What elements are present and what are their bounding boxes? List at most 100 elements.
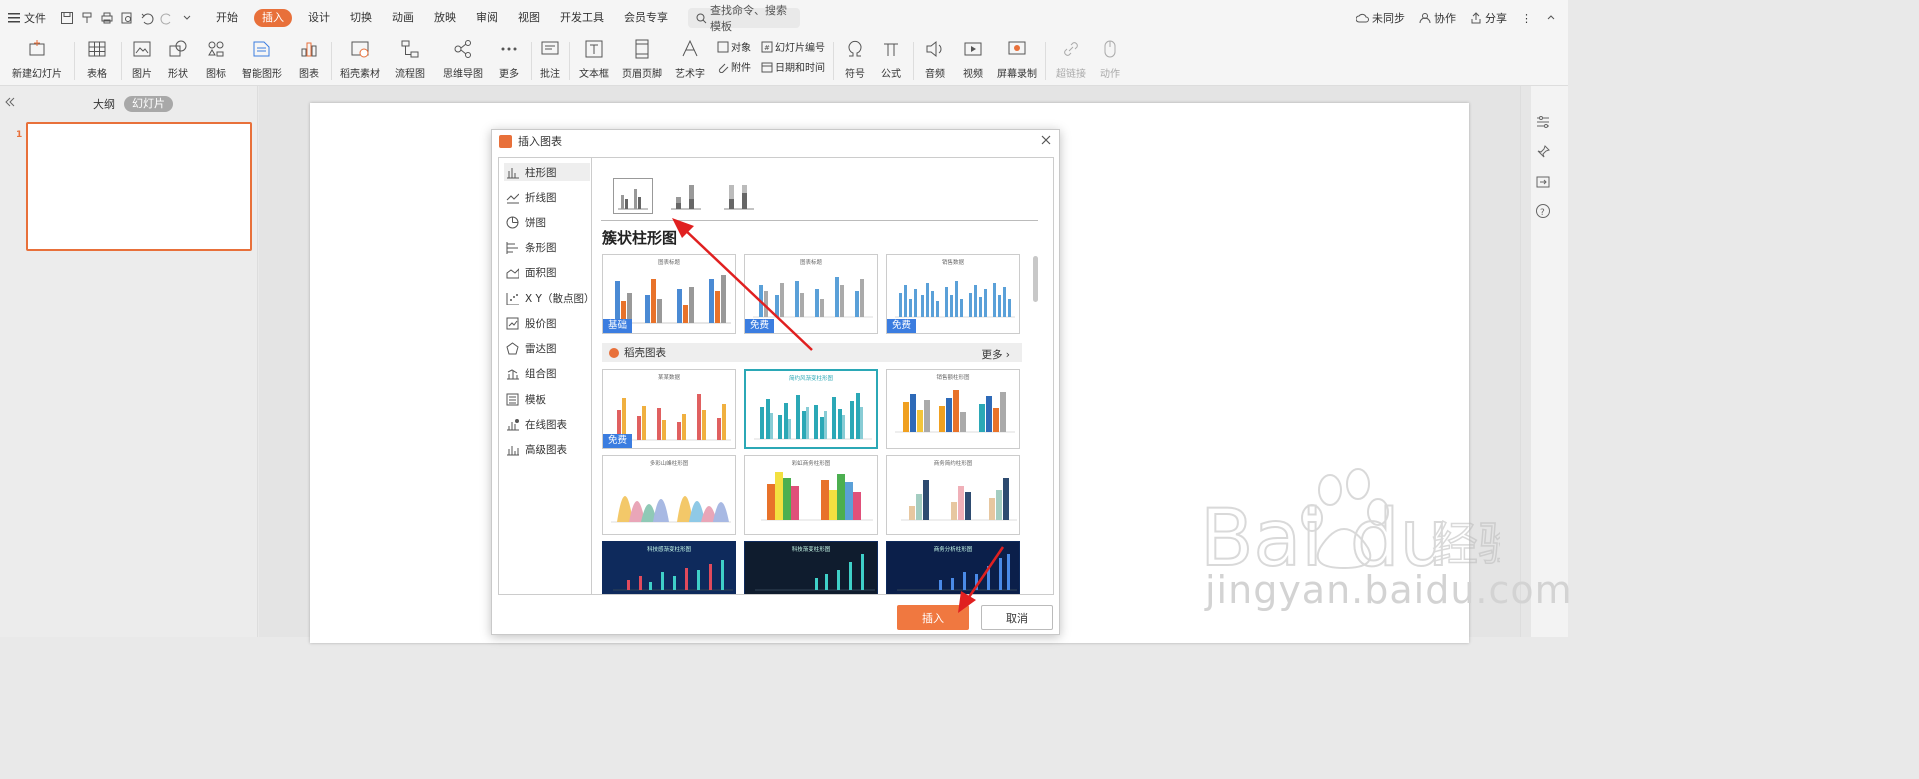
customize-quick-access-icon[interactable]: [180, 11, 194, 25]
screen-record-button[interactable]: 屏幕录制: [996, 38, 1038, 80]
pin-icon[interactable]: [1535, 144, 1551, 160]
mindmap-button[interactable]: 思维导图: [438, 38, 488, 80]
formula-button[interactable]: 公式: [876, 38, 906, 80]
search-placeholder: 查找命令、搜索模板: [710, 4, 787, 33]
close-icon[interactable]: [1039, 133, 1053, 147]
save-icon[interactable]: [60, 11, 74, 25]
picture-button[interactable]: 图片: [128, 38, 156, 80]
category-line[interactable]: 折线图: [504, 188, 590, 206]
slide-number-button[interactable]: # 幻灯片编号: [761, 39, 825, 54]
chart-template-card[interactable]: 科技感渐变柱形图: [602, 541, 736, 594]
more-button[interactable]: 更多: [494, 38, 524, 80]
textbox-button[interactable]: 文本框: [575, 38, 613, 80]
audio-button[interactable]: 音频: [920, 38, 950, 80]
tab-membership[interactable]: 会员专享: [614, 9, 678, 27]
search-box[interactable]: 查找命令、搜索模板: [688, 4, 800, 33]
collaborate-label: 协作: [1434, 12, 1456, 25]
video-button[interactable]: 视频: [958, 38, 988, 80]
chart-template-card[interactable]: 彩虹商务柱形图: [744, 455, 878, 535]
online-chart-icon: [507, 418, 519, 430]
gallery-scrollbar[interactable]: [1033, 256, 1038, 302]
slides-tab[interactable]: 幻灯片: [124, 96, 173, 112]
file-menu[interactable]: 文件: [8, 10, 46, 26]
smart-graphic-label: 智能图形: [242, 69, 282, 80]
share-icon: [1471, 12, 1481, 24]
datetime-button[interactable]: 日期和时间: [761, 59, 825, 74]
tab-design[interactable]: 设计: [298, 9, 340, 27]
cancel-button[interactable]: 取消: [981, 605, 1053, 630]
category-area[interactable]: 面积图: [504, 263, 590, 281]
chart-template-card[interactable]: 科技渐变柱形图: [744, 541, 878, 594]
more-options-icon[interactable]: ⋮: [1521, 12, 1532, 25]
sync-status[interactable]: 未同步: [1356, 10, 1405, 26]
tab-insert[interactable]: 插入: [254, 9, 292, 27]
chart-template-card[interactable]: 多彩山峰柱形图: [602, 455, 736, 535]
help-icon[interactable]: ?: [1535, 203, 1551, 219]
chart-template-card[interactable]: 某某数据 免费: [602, 369, 736, 449]
category-combo[interactable]: 组合图: [504, 364, 590, 382]
undo-icon[interactable]: [140, 11, 154, 25]
redo-icon[interactable]: [160, 11, 174, 25]
table-button[interactable]: 表格: [82, 38, 112, 80]
comment-button[interactable]: 批注: [537, 38, 563, 80]
symbol-button[interactable]: 符号: [840, 38, 870, 80]
shape-button[interactable]: 形状: [163, 38, 193, 80]
tab-slideshow[interactable]: 放映: [424, 9, 466, 27]
new-slide-button[interactable]: 新建幻灯片: [8, 38, 66, 80]
object-button[interactable]: 对象: [717, 39, 751, 54]
vertical-scrollbar[interactable]: [1521, 86, 1531, 637]
share-button[interactable]: 分享: [1470, 10, 1507, 26]
more-link[interactable]: 更多 ›: [981, 347, 1010, 362]
icon-button[interactable]: 图标: [201, 38, 231, 80]
properties-icon[interactable]: [1535, 114, 1551, 130]
action-button[interactable]: 动作: [1097, 38, 1123, 80]
attachment-button[interactable]: 附件: [717, 59, 751, 74]
docer-material-button[interactable]: 稻壳素材: [338, 38, 382, 80]
smart-graphic-button[interactable]: 智能图形: [238, 38, 286, 80]
chart-template-card[interactable]: 销售数据 免费: [886, 254, 1020, 334]
collapse-ribbon-icon[interactable]: [1546, 13, 1556, 23]
tab-animations[interactable]: 动画: [382, 9, 424, 27]
print-preview-icon[interactable]: [120, 11, 134, 25]
transition-icon[interactable]: [1535, 174, 1551, 190]
chart-template-card-selected[interactable]: 简约风渐变柱形图: [744, 369, 878, 449]
tab-transitions[interactable]: 切换: [340, 9, 382, 27]
tab-home[interactable]: 开始: [206, 9, 248, 27]
category-column[interactable]: 柱形图: [504, 163, 590, 181]
collaborate-button[interactable]: 协作: [1419, 10, 1456, 26]
category-advanced[interactable]: 高级图表: [504, 440, 590, 458]
print-icon[interactable]: [100, 11, 114, 25]
chart-template-card[interactable]: 商务简约柱形图: [886, 455, 1020, 535]
category-bar[interactable]: 条形图: [504, 238, 590, 256]
tab-review[interactable]: 审阅: [466, 9, 508, 27]
flowchart-icon: [401, 40, 419, 58]
flowchart-button[interactable]: 流程图: [390, 38, 430, 80]
wordart-button[interactable]: 艺术字: [670, 38, 710, 80]
tab-developer[interactable]: 开发工具: [550, 9, 614, 27]
header-footer-icon: [635, 39, 649, 59]
hyperlink-label: 超链接: [1056, 69, 1086, 80]
free-badge: 免费: [887, 319, 917, 333]
chart-template-card[interactable]: 图表标题 基础: [602, 254, 736, 334]
category-template[interactable]: 模板: [504, 390, 590, 408]
header-footer-button[interactable]: 页眉页脚: [621, 38, 663, 80]
outline-tab[interactable]: 大纲: [93, 96, 115, 112]
tab-view[interactable]: 视图: [508, 9, 550, 27]
category-pie[interactable]: 饼图: [504, 213, 590, 231]
chart-template-card[interactable]: 图表标题 免费: [744, 254, 878, 334]
category-scatter[interactable]: X Y（散点图）: [504, 289, 594, 307]
format-painter-icon[interactable]: [80, 11, 94, 25]
category-label: 饼图: [525, 216, 546, 229]
insert-button[interactable]: 插入: [897, 605, 969, 630]
subtype-stacked-column[interactable]: [666, 178, 706, 214]
subtype-clustered-column[interactable]: [613, 178, 653, 214]
chart-button[interactable]: 图表: [294, 38, 324, 80]
chart-template-card[interactable]: 商务分析柱形图: [886, 541, 1020, 594]
subtype-percent-stacked-column[interactable]: [719, 178, 759, 214]
category-stock[interactable]: 股价图: [504, 314, 590, 332]
chart-template-card[interactable]: 销售额柱形图: [886, 369, 1020, 449]
category-radar[interactable]: 雷达图: [504, 339, 590, 357]
slide-thumbnail[interactable]: [26, 122, 252, 251]
category-online[interactable]: 在线图表: [504, 415, 590, 433]
hyperlink-button[interactable]: 超链接: [1052, 38, 1090, 80]
